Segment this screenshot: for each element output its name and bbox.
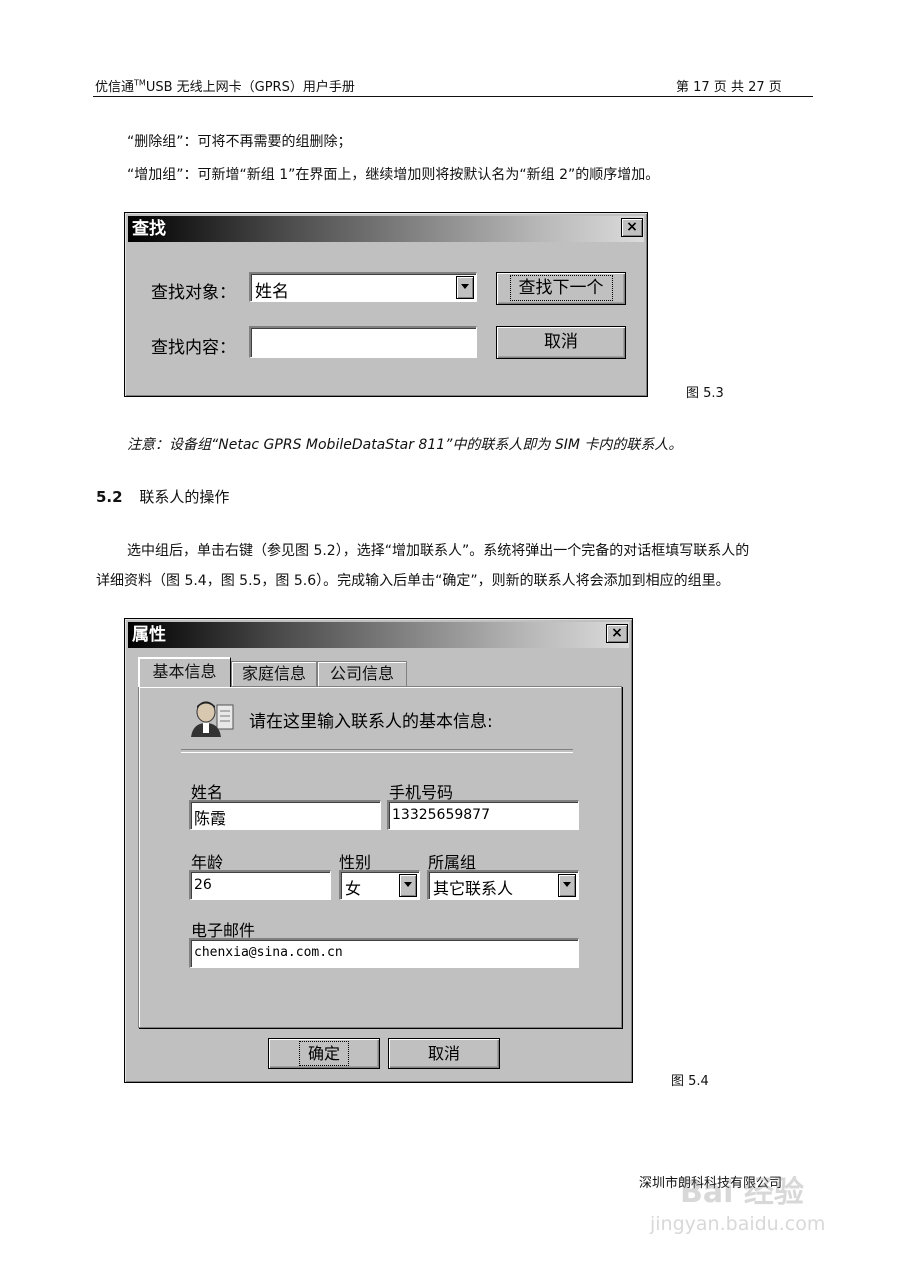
email-input[interactable]: chenxia@sina.com.cn (189, 938, 579, 968)
tab-family-info[interactable]: 家庭信息 (231, 661, 317, 687)
close-icon[interactable]: × (606, 624, 628, 643)
section-number: 5.2 (96, 488, 123, 506)
chevron-down-icon[interactable] (558, 874, 576, 897)
find-target-select[interactable]: 姓名 (249, 272, 477, 302)
properties-dialog: 属性 × 基本信息 家庭信息 公司信息 请在这里输入联系人的基本信息: 姓名 陈… (124, 618, 633, 1083)
basic-info-panel: 请在这里输入联系人的基本信息: 姓名 陈霞 手机号码 13325659877 年… (138, 686, 622, 1028)
chevron-down-icon[interactable] (399, 874, 417, 897)
find-dialog: 查找 × 查找对象： 姓名 查找下一个 查找内容： 取消 (124, 212, 648, 397)
page-number: 第 17 页 共 27 页 (676, 80, 782, 95)
gender-select[interactable]: 女 (339, 870, 420, 900)
basic-info-intro: 请在这里输入联系人的基本信息: (249, 712, 493, 732)
baidu-watermark: Bai 经验 jingyan.baidu.com (650, 1165, 860, 1245)
figure-caption-5-4: 图 5.4 (671, 1074, 709, 1089)
properties-dialog-titlebar: 属性 (128, 622, 629, 648)
age-input[interactable]: 26 (189, 870, 331, 900)
find-dialog-titlebar: 查找 (128, 216, 644, 242)
add-group-text: “增加组”：可新增“新组 1”在界面上，继续增加则将按默认名为“新组 2”的顺序… (127, 167, 660, 183)
properties-dialog-title: 属性 (132, 625, 166, 645)
figure-caption-5-3: 图 5.3 (686, 386, 724, 401)
section-heading: 5.2 联系人的操作 (96, 486, 229, 507)
find-next-button[interactable]: 查找下一个 (496, 272, 626, 305)
close-icon[interactable]: × (621, 218, 643, 237)
gender-value: 女 (345, 879, 362, 898)
name-input[interactable]: 陈霞 (189, 800, 381, 830)
body-text-line-2: 详细资料（图 5.4，图 5.5，图 5.6）。完成输入后单击“确定”，则新的联… (96, 573, 730, 589)
ok-button[interactable]: 确定 (268, 1038, 380, 1069)
header-divider (93, 96, 813, 97)
header-title: 优信通TMUSB 无线上网卡（GPRS）用户手册 (95, 78, 355, 95)
find-target-label: 查找对象： (151, 283, 236, 303)
chevron-down-icon[interactable] (456, 276, 474, 299)
intro-divider (181, 749, 573, 753)
tab-company-info[interactable]: 公司信息 (317, 661, 407, 687)
note-text: 注意：设备组“Netac GPRS MobileDataStar 811”中的联… (127, 437, 683, 453)
properties-cancel-button[interactable]: 取消 (388, 1038, 500, 1069)
find-target-value: 姓名 (255, 282, 289, 302)
contact-person-icon (189, 699, 237, 739)
phone-input[interactable]: 13325659877 (387, 800, 579, 830)
tab-basic-info[interactable]: 基本信息 (138, 657, 231, 687)
body-text-line-1: 选中组后，单击右键（参见图 5.2），选择“增加联系人”。系统将弹出一个完备的对… (127, 543, 750, 559)
delete-group-text: “删除组”：可将不再需要的组删除； (127, 134, 352, 150)
watermark-logo-text: Bai 经验 (680, 1175, 804, 1210)
watermark-url: jingyan.baidu.com (650, 1213, 826, 1235)
find-cancel-button[interactable]: 取消 (496, 326, 626, 359)
group-select[interactable]: 其它联系人 (427, 870, 579, 900)
group-value: 其它联系人 (433, 879, 514, 898)
find-content-label: 查找内容： (151, 338, 236, 358)
find-dialog-title: 查找 (132, 219, 166, 239)
find-content-input[interactable] (249, 326, 477, 358)
section-title: 联系人的操作 (139, 488, 230, 506)
